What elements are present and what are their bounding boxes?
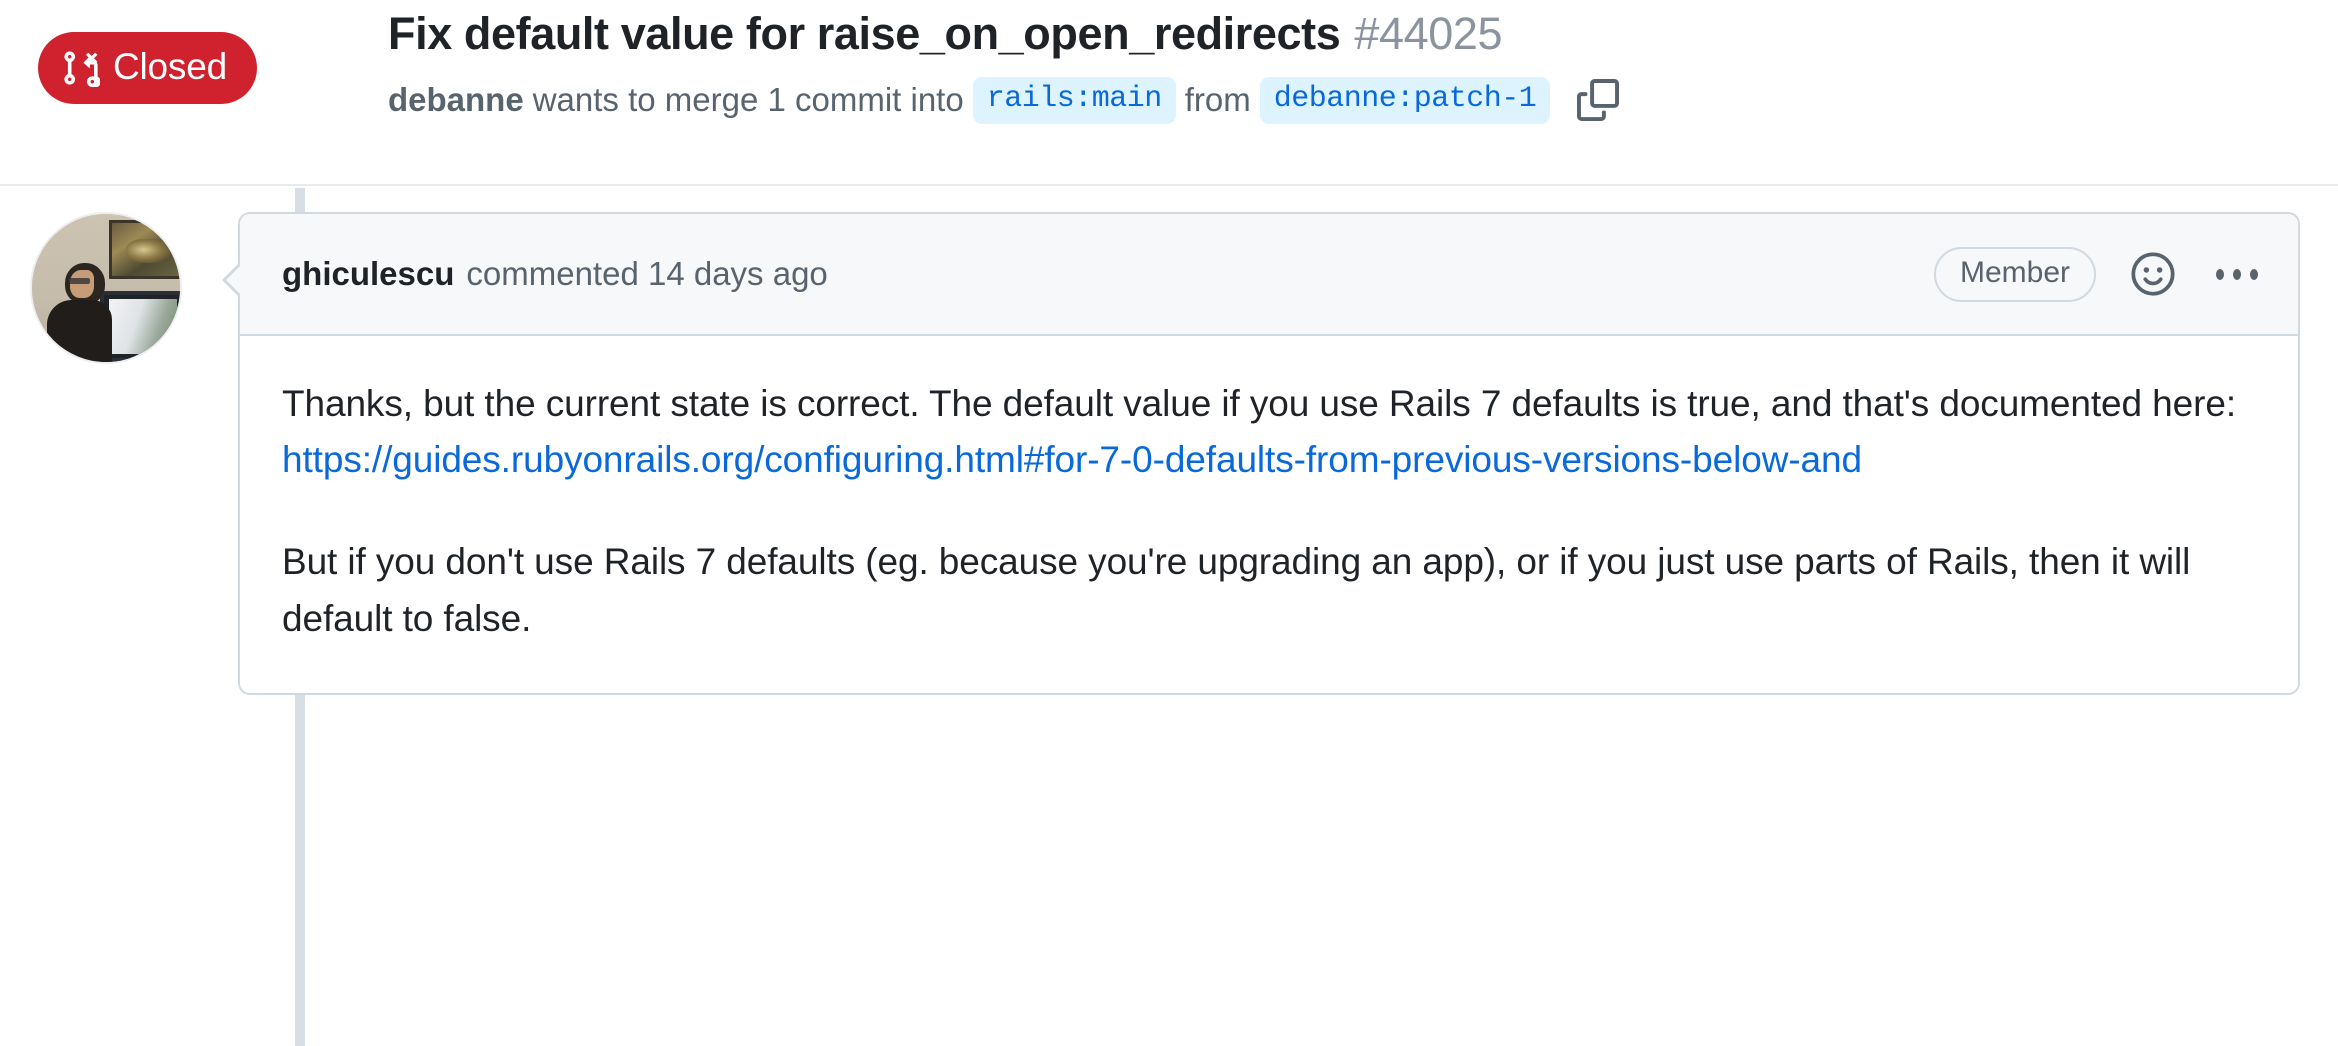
base-branch-tag[interactable]: rails:main xyxy=(973,77,1176,125)
pr-header: Closed Fix default value for raise_on_op… xyxy=(0,0,2338,186)
pr-title-row: Fix default value for raise_on_open_redi… xyxy=(388,6,2318,62)
pr-state-label: Closed xyxy=(113,48,227,88)
avatar[interactable] xyxy=(30,212,182,364)
smiley-icon[interactable] xyxy=(2126,247,2180,301)
comment-paragraph-1: Thanks, but the current state is correct… xyxy=(282,376,2256,488)
pull-request-page: Closed Fix default value for raise_on_op… xyxy=(0,0,2338,1046)
pr-from-text: from xyxy=(1185,79,1251,122)
comment-card: ghiculescu commented 14 days ago Member xyxy=(238,212,2300,695)
avatar-photo xyxy=(32,214,180,362)
pr-title-block: Fix default value for raise_on_open_redi… xyxy=(388,6,2318,126)
comment-paragraph-1-lead: Thanks, but the current state is correct… xyxy=(282,383,2236,424)
comment-author[interactable]: ghiculescu xyxy=(282,255,454,293)
pr-number: #44025 xyxy=(1354,6,1502,62)
pr-state-badge: Closed xyxy=(38,32,257,104)
docs-link[interactable]: https://guides.rubyonrails.org/configuri… xyxy=(282,439,1862,480)
comment-timestamp: commented 14 days ago xyxy=(466,255,827,293)
comment-byline: ghiculescu commented 14 days ago xyxy=(282,255,828,293)
page-title: Fix default value for raise_on_open_redi… xyxy=(388,6,1340,62)
comment-body: Thanks, but the current state is correct… xyxy=(240,336,2298,693)
status-badge: Member xyxy=(1934,247,2096,302)
head-branch-tag[interactable]: debanne:patch-1 xyxy=(1260,77,1551,125)
comment-arrow-fill xyxy=(226,262,244,298)
copy-icon[interactable] xyxy=(1572,74,1624,126)
kebab-horizontal-icon[interactable] xyxy=(2210,247,2264,301)
pr-subtitle: debanne wants to merge 1 commit into rai… xyxy=(388,74,2318,126)
pull-request-closed-icon xyxy=(62,49,100,87)
comment-header: ghiculescu commented 14 days ago Member xyxy=(240,214,2298,336)
comment-header-actions: Member xyxy=(1934,247,2264,302)
pr-author[interactable]: debanne xyxy=(388,79,524,122)
pr-merge-text: wants to merge 1 commit into xyxy=(533,79,964,122)
comment-paragraph-2: But if you don't use Rails 7 defaults (e… xyxy=(282,534,2256,646)
